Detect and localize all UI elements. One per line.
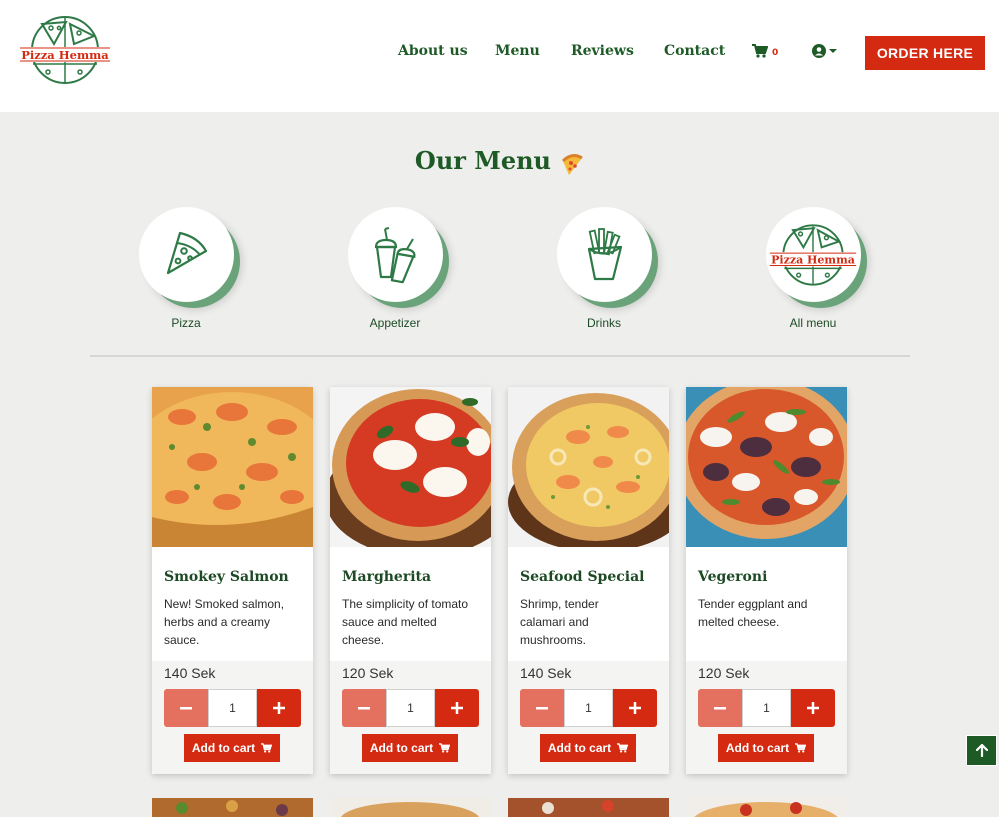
category-label: Pizza xyxy=(171,316,201,330)
product-name: Smokey Salmon xyxy=(164,569,289,585)
increase-quantity-button[interactable] xyxy=(791,689,835,727)
decrease-quantity-button[interactable] xyxy=(698,689,742,727)
quantity-stepper xyxy=(698,689,835,727)
pizza-emoji-icon xyxy=(562,153,583,175)
product-image xyxy=(686,387,847,547)
product-price: 120 Sek xyxy=(698,665,750,681)
category-label: All menu xyxy=(789,316,837,330)
nav-about-us[interactable]: About us xyxy=(398,43,468,59)
increase-quantity-button[interactable] xyxy=(435,689,479,727)
cart-count: 0 xyxy=(772,48,779,58)
pizza-hemma-logo[interactable]: Pizza Hemma xyxy=(18,14,112,86)
add-to-cart-label: Add to cart xyxy=(369,741,434,755)
decrease-quantity-button[interactable] xyxy=(342,689,386,727)
quantity-stepper xyxy=(520,689,657,727)
user-circle-icon xyxy=(812,44,826,58)
cart-icon xyxy=(617,743,629,753)
page-title: Our Menu xyxy=(414,146,551,175)
add-to-cart-button[interactable]: Add to cart xyxy=(718,734,814,762)
product-image xyxy=(686,798,847,817)
increase-quantity-button[interactable] xyxy=(613,689,657,727)
nav-contact[interactable]: Contact xyxy=(664,43,725,59)
menu-heading: Our Menu xyxy=(0,146,999,177)
category-all-menu[interactable]: Pizza Hemma All menu xyxy=(743,207,883,330)
plus-icon xyxy=(451,702,463,714)
category-pizza[interactable]: Pizza xyxy=(116,207,256,330)
product-price: 140 Sek xyxy=(164,665,216,681)
quantity-input[interactable] xyxy=(208,689,257,727)
logo-text: Pizza Hemma xyxy=(21,48,109,62)
product-image xyxy=(508,798,669,817)
quantity-input[interactable] xyxy=(742,689,791,727)
user-menu-dropdown[interactable] xyxy=(812,44,837,58)
product-image xyxy=(330,387,491,547)
product-image xyxy=(508,387,669,547)
product-card-margherita: Margherita The simplicity of tomato sauc… xyxy=(330,387,491,774)
plus-icon xyxy=(273,702,285,714)
nav-menu[interactable]: Menu xyxy=(495,43,540,59)
product-order-panel: 120 Sek Add to cart xyxy=(686,661,847,774)
plus-icon xyxy=(629,702,641,714)
product-price: 120 Sek xyxy=(342,665,394,681)
category-label: Appetizer xyxy=(369,316,421,330)
product-description: Tender eggplant and melted cheese. xyxy=(698,597,808,629)
arrow-up-icon xyxy=(975,744,988,757)
cart-icon xyxy=(261,743,273,753)
quantity-stepper xyxy=(164,689,301,727)
pizza-hemma-logo: Pizza Hemma xyxy=(769,223,857,286)
cart-icon xyxy=(795,743,807,753)
order-here-button[interactable]: ORDER HERE xyxy=(865,36,985,70)
drinks-cups-icon xyxy=(374,226,416,283)
cart-icon xyxy=(439,743,451,753)
product-card-seafood-special: Seafood Special Shrimp, tender calamari … xyxy=(508,387,669,774)
add-to-cart-button[interactable]: Add to cart xyxy=(184,734,280,762)
quantity-input[interactable] xyxy=(386,689,435,727)
section-divider xyxy=(90,355,910,357)
cart-button[interactable]: 0 xyxy=(752,44,778,58)
product-description: The simplicity of tomato sauce and melte… xyxy=(342,597,469,647)
category-drinks[interactable]: Drinks xyxy=(534,207,674,330)
quantity-stepper xyxy=(342,689,479,727)
plus-icon xyxy=(807,702,819,714)
product-order-panel: 140 Sek Add to cart xyxy=(508,661,669,774)
product-name: Vegeroni xyxy=(698,569,768,585)
product-name: Seafood Special xyxy=(520,569,645,585)
product-name: Margherita xyxy=(342,569,432,585)
product-description: New! Smoked salmon, herbs and a creamy s… xyxy=(164,597,285,647)
minus-icon xyxy=(714,706,726,709)
add-to-cart-label: Add to cart xyxy=(547,741,612,755)
minus-icon xyxy=(536,706,548,709)
product-description: Shrimp, tender calamari and mushrooms. xyxy=(520,597,599,647)
product-order-panel: 120 Sek Add to cart xyxy=(330,661,491,774)
category-label: Drinks xyxy=(586,316,621,330)
add-to-cart-label: Add to cart xyxy=(191,741,256,755)
caret-down-icon xyxy=(829,49,837,53)
product-card-smokey-salmon: Smokey Salmon New! Smoked salmon, herbs … xyxy=(152,387,313,774)
pizza-slice-icon xyxy=(166,231,208,274)
increase-quantity-button[interactable] xyxy=(257,689,301,727)
product-price: 140 Sek xyxy=(520,665,572,681)
product-image xyxy=(330,798,491,817)
cart-icon xyxy=(752,44,768,58)
minus-icon xyxy=(180,706,192,709)
scroll-to-top-button[interactable] xyxy=(966,735,997,766)
add-to-cart-label: Add to cart xyxy=(725,741,790,755)
nav-reviews[interactable]: Reviews xyxy=(571,43,634,59)
decrease-quantity-button[interactable] xyxy=(520,689,564,727)
fries-icon xyxy=(587,227,623,280)
category-appetizer[interactable]: Appetizer xyxy=(325,207,465,330)
product-image xyxy=(152,387,313,547)
product-order-panel: 140 Sek Add to cart xyxy=(152,661,313,774)
site-header: Pizza Hemma About us Menu Reviews Contac… xyxy=(0,0,999,112)
product-card-vegeroni: Vegeroni Tender eggplant and melted chee… xyxy=(686,387,847,774)
minus-icon xyxy=(358,706,370,709)
quantity-input[interactable] xyxy=(564,689,613,727)
product-image xyxy=(152,798,313,817)
add-to-cart-button[interactable]: Add to cart xyxy=(362,734,458,762)
decrease-quantity-button[interactable] xyxy=(164,689,208,727)
logo-text: Pizza Hemma xyxy=(771,253,855,266)
add-to-cart-button[interactable]: Add to cart xyxy=(540,734,636,762)
